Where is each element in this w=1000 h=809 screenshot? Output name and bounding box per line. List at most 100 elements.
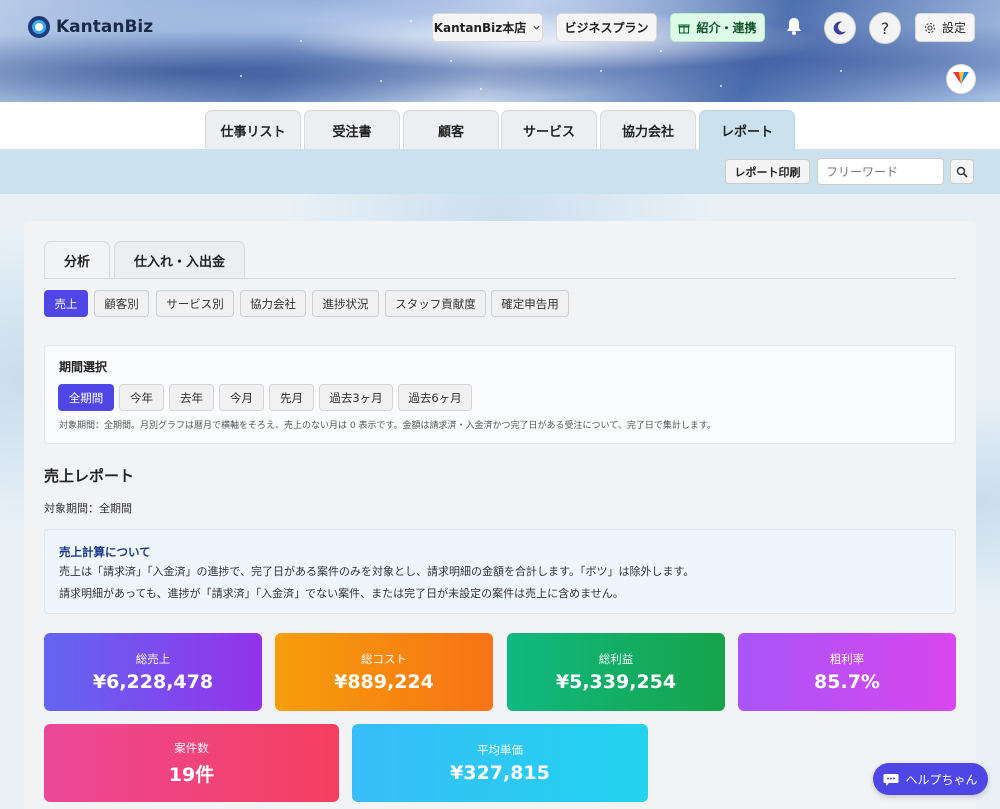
- tab-label: 仕事リスト: [220, 124, 286, 140]
- card-value: 85.7%: [814, 671, 880, 693]
- summary-card-total-cost: 総コスト ¥889,224: [275, 633, 493, 711]
- help-chat-label: ヘルプちゃん: [905, 772, 978, 787]
- print-report-label: レポート印刷: [734, 165, 801, 179]
- card-label: 総コスト: [361, 652, 407, 666]
- period-this-year[interactable]: 今年: [119, 384, 164, 411]
- card-label: 平均単価: [477, 743, 523, 757]
- card-value: ¥6,228,478: [92, 671, 214, 693]
- tab-label: 仕入れ・入出金: [133, 255, 225, 270]
- period-selector: 期間選択 全期間 今年 去年 今月 先月 過去3ヶ月 過去6ヶ月 対象期間：全期…: [44, 345, 956, 444]
- report-tab-sales[interactable]: 売上: [44, 290, 88, 317]
- info-title: 売上計算について: [59, 545, 151, 559]
- period-this-month[interactable]: 今月: [219, 384, 264, 411]
- plan-button[interactable]: ビジネスプラン: [556, 13, 657, 42]
- report-tab-staff-contribution[interactable]: スタッフ貢献度: [385, 290, 486, 317]
- settings-button[interactable]: 設定: [915, 13, 975, 42]
- search-button[interactable]: [950, 159, 974, 184]
- card-label: 総利益: [598, 652, 634, 666]
- period-label: 全期間: [68, 390, 104, 405]
- pill-label: スタッフ貢献度: [395, 296, 476, 311]
- search-icon: [956, 166, 968, 178]
- report-tab-progress[interactable]: 進捗状況: [312, 290, 379, 317]
- print-report-button[interactable]: レポート印刷: [725, 159, 810, 184]
- app-header: KantanBiz KantanBiz本店 ビジネスプラン 紹介・連携 ? 設定: [0, 0, 1000, 102]
- card-value: ¥327,815: [450, 762, 550, 784]
- dark-mode-toggle[interactable]: [824, 12, 856, 44]
- user-avatar[interactable]: [946, 64, 976, 94]
- logo-icon: [28, 16, 50, 38]
- pill-label: サービス別: [166, 296, 224, 311]
- report-title: 売上レポート: [44, 467, 135, 485]
- pill-label: 確定申告用: [501, 296, 559, 311]
- search-input[interactable]: [817, 158, 944, 185]
- tab-reports[interactable]: レポート: [699, 110, 795, 149]
- card-label: 案件数: [174, 740, 209, 755]
- card-value: ¥889,224: [334, 671, 434, 693]
- help-chat-button[interactable]: ヘルプちゃん: [873, 763, 988, 795]
- period-title: 期間選択: [59, 360, 108, 374]
- question-mark-icon: ?: [880, 18, 890, 38]
- tab-analysis[interactable]: 分析: [44, 241, 110, 279]
- report-tab-partners[interactable]: 協力会社: [240, 290, 306, 317]
- tab-job-list[interactable]: 仕事リスト: [205, 110, 301, 149]
- notification-button[interactable]: [783, 14, 805, 38]
- toolbar: レポート印刷: [0, 149, 1000, 194]
- summary-card-case-count: 案件数 19件: [44, 724, 339, 802]
- period-label: 今年: [130, 390, 153, 405]
- referral-button-label: 紹介・連携: [696, 21, 757, 35]
- avatar-logo-icon: [953, 72, 969, 84]
- help-button[interactable]: ?: [869, 12, 901, 44]
- period-note: 対象期間：全期間。月別グラフは暦月で横軸をそろえ、売上のない月は 0 表示です。…: [59, 421, 716, 431]
- period-last-3-months[interactable]: 過去3ヶ月: [319, 384, 393, 411]
- tab-customers[interactable]: 顧客: [403, 110, 499, 149]
- card-label: 総売上: [135, 652, 171, 666]
- period-all[interactable]: 全期間: [58, 384, 114, 411]
- card-value: ¥5,339,254: [555, 671, 677, 693]
- summary-card-total-profit: 総利益 ¥5,339,254: [507, 633, 725, 711]
- report-tab-tax-return[interactable]: 確定申告用: [491, 290, 569, 317]
- store-selector[interactable]: KantanBiz本店: [432, 13, 543, 42]
- pill-label: 売上: [54, 296, 78, 311]
- period-last-6-months[interactable]: 過去6ヶ月: [398, 384, 472, 411]
- period-last-year[interactable]: 去年: [169, 384, 214, 411]
- tab-purchases-cashflow[interactable]: 仕入れ・入出金: [114, 241, 245, 279]
- summary-card-total-sales: 総売上 ¥6,228,478: [44, 633, 262, 711]
- period-last-month[interactable]: 先月: [269, 384, 314, 411]
- bell-icon: [787, 18, 801, 35]
- period-label: 過去6ヶ月: [408, 390, 462, 405]
- pill-label: 顧客別: [104, 296, 139, 311]
- period-label: 今月: [230, 390, 253, 405]
- referral-button[interactable]: 紹介・連携: [670, 13, 765, 42]
- report-tab-by-customer[interactable]: 顧客別: [94, 290, 149, 317]
- tab-label: 受注書: [332, 124, 372, 140]
- store-selector-label: KantanBiz本店: [433, 21, 527, 35]
- app-name: KantanBiz: [56, 17, 154, 37]
- period-label: 去年: [180, 390, 203, 405]
- main-nav: 仕事リスト 受注書 顧客 サービス 協力会社 レポート: [0, 102, 1000, 149]
- settings-button-label: 設定: [941, 21, 966, 35]
- app-logo[interactable]: KantanBiz: [28, 16, 153, 38]
- summary-card-gross-margin: 粗利率 85.7%: [738, 633, 956, 711]
- chevron-down-icon: [533, 25, 540, 30]
- info-line: 請求明細があっても、進捗が「請求済」「入金済」でない案件、または完了日が未設定の…: [59, 587, 624, 600]
- tab-label: 分析: [63, 255, 90, 270]
- tab-label: レポート: [720, 124, 773, 140]
- info-line: 売上は「請求済」「入金済」の進捗で、完了日がある案件のみを対象とし、請求明細の金…: [59, 565, 695, 578]
- sales-calculation-info: 売上計算について 売上は「請求済」「入金済」の進捗で、完了日がある案件のみを対象…: [44, 529, 956, 614]
- tab-label: サービス: [522, 124, 575, 140]
- tab-label: 協力会社: [621, 124, 674, 140]
- pill-label: 進捗状況: [322, 296, 369, 311]
- card-value: 19件: [168, 763, 215, 786]
- tab-partners[interactable]: 協力会社: [600, 110, 696, 149]
- tab-services[interactable]: サービス: [501, 110, 597, 149]
- period-label: 過去3ヶ月: [329, 390, 383, 405]
- card-label: 粗利率: [829, 652, 865, 666]
- moon-icon: [833, 21, 846, 35]
- gear-icon: [924, 22, 936, 33]
- chat-bubble-icon: [883, 773, 899, 786]
- pill-label: 協力会社: [250, 296, 296, 311]
- tab-label: 顧客: [437, 124, 464, 140]
- gift-icon: [678, 23, 691, 34]
- report-tab-by-service[interactable]: サービス別: [156, 290, 234, 317]
- tab-orders[interactable]: 受注書: [304, 110, 400, 149]
